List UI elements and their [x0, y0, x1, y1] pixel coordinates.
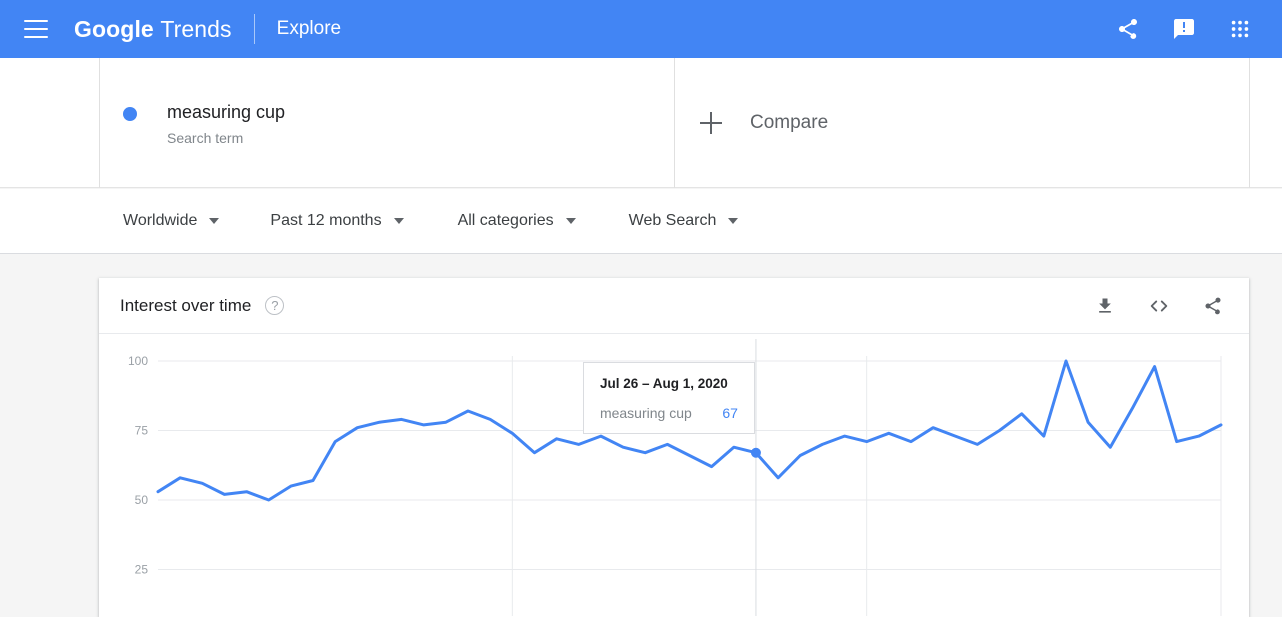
plus-icon: [700, 112, 722, 134]
search-term-text: measuring cup Search term: [167, 100, 285, 146]
compare-button[interactable]: Compare: [675, 58, 1250, 188]
tooltip-date-range: Jul 26 – Aug 1, 2020: [599, 376, 728, 391]
location-filter-label: Worldwide: [123, 212, 198, 229]
explore-link[interactable]: Explore: [277, 18, 341, 40]
search-term-name: measuring cup: [167, 102, 286, 122]
appbar-actions: [1112, 13, 1256, 45]
hamburger-menu-icon[interactable]: [24, 20, 48, 38]
location-filter[interactable]: Worldwide: [123, 212, 220, 230]
interest-over-time-chart[interactable]: 255075100 Jan 26, 2020May 17, 2020Sep 6,…: [99, 334, 1249, 616]
chart-y-axis-labels: 25 50 75 100: [128, 354, 148, 577]
series-color-dot: [123, 107, 137, 121]
hamburger-line: [24, 36, 48, 38]
search-type-filter[interactable]: Web Search: [629, 212, 739, 230]
download-icon[interactable]: [1089, 290, 1121, 322]
search-term-content: measuring cup Search term: [100, 100, 285, 146]
chart-hover-point: [750, 447, 761, 458]
tooltip-series-name: measuring cup: [599, 405, 692, 421]
apps-grid-icon[interactable]: [1224, 13, 1256, 45]
time-range-filter[interactable]: Past 12 months: [270, 212, 404, 230]
category-filter[interactable]: All categories: [458, 212, 576, 230]
chart-tooltip: Jul 26 – Aug 1, 2020 measuring cup 67: [582, 362, 755, 434]
share-icon[interactable]: [1197, 290, 1229, 322]
tooltip-series-row: measuring cup 67: [600, 405, 738, 421]
google-trends-logo[interactable]: Google Trends: [74, 16, 232, 43]
tooltip-value: 67: [722, 405, 738, 421]
share-icon[interactable]: [1112, 13, 1144, 45]
chart-card-actions: [1089, 290, 1229, 322]
filters-row: Worldwide Past 12 months All categories …: [0, 189, 1282, 254]
category-filter-label: All categories: [457, 212, 554, 229]
brand-trends: Trends: [160, 15, 232, 42]
search-terms-row: measuring cup Search term Compare: [0, 58, 1282, 188]
time-range-filter-label: Past 12 months: [270, 212, 382, 229]
search-term-type: Search term: [167, 130, 244, 146]
appbar-divider: [253, 14, 255, 44]
help-circle-icon[interactable]: ?: [265, 296, 285, 315]
compare-label: Compare: [750, 112, 829, 133]
search-term-card[interactable]: measuring cup Search term: [99, 58, 675, 188]
chevron-down-icon: [393, 218, 404, 224]
search-type-filter-label: Web Search: [628, 212, 717, 229]
embed-code-icon[interactable]: [1143, 290, 1175, 322]
compare-content: Compare: [675, 112, 828, 134]
y-axis-tick-label: 100: [128, 354, 148, 368]
top-app-bar: Google Trends Explore: [0, 0, 1282, 58]
hamburger-line: [24, 28, 48, 30]
chevron-down-icon: [728, 218, 739, 224]
chevron-down-icon: [209, 218, 220, 224]
brand-google: Google: [74, 15, 154, 42]
interest-over-time-card: Interest over time ? 25 50 75 100 Jul 26…: [99, 278, 1249, 617]
chart-card-header: Interest over time ?: [99, 278, 1249, 334]
chevron-down-icon: [565, 218, 576, 224]
page-title: Interest over time: [120, 295, 252, 315]
feedback-icon[interactable]: [1168, 13, 1200, 45]
y-axis-tick-label: 50: [135, 493, 149, 507]
hamburger-line: [24, 20, 48, 22]
y-axis-tick-label: 25: [135, 563, 149, 577]
y-axis-tick-label: 75: [135, 424, 149, 438]
